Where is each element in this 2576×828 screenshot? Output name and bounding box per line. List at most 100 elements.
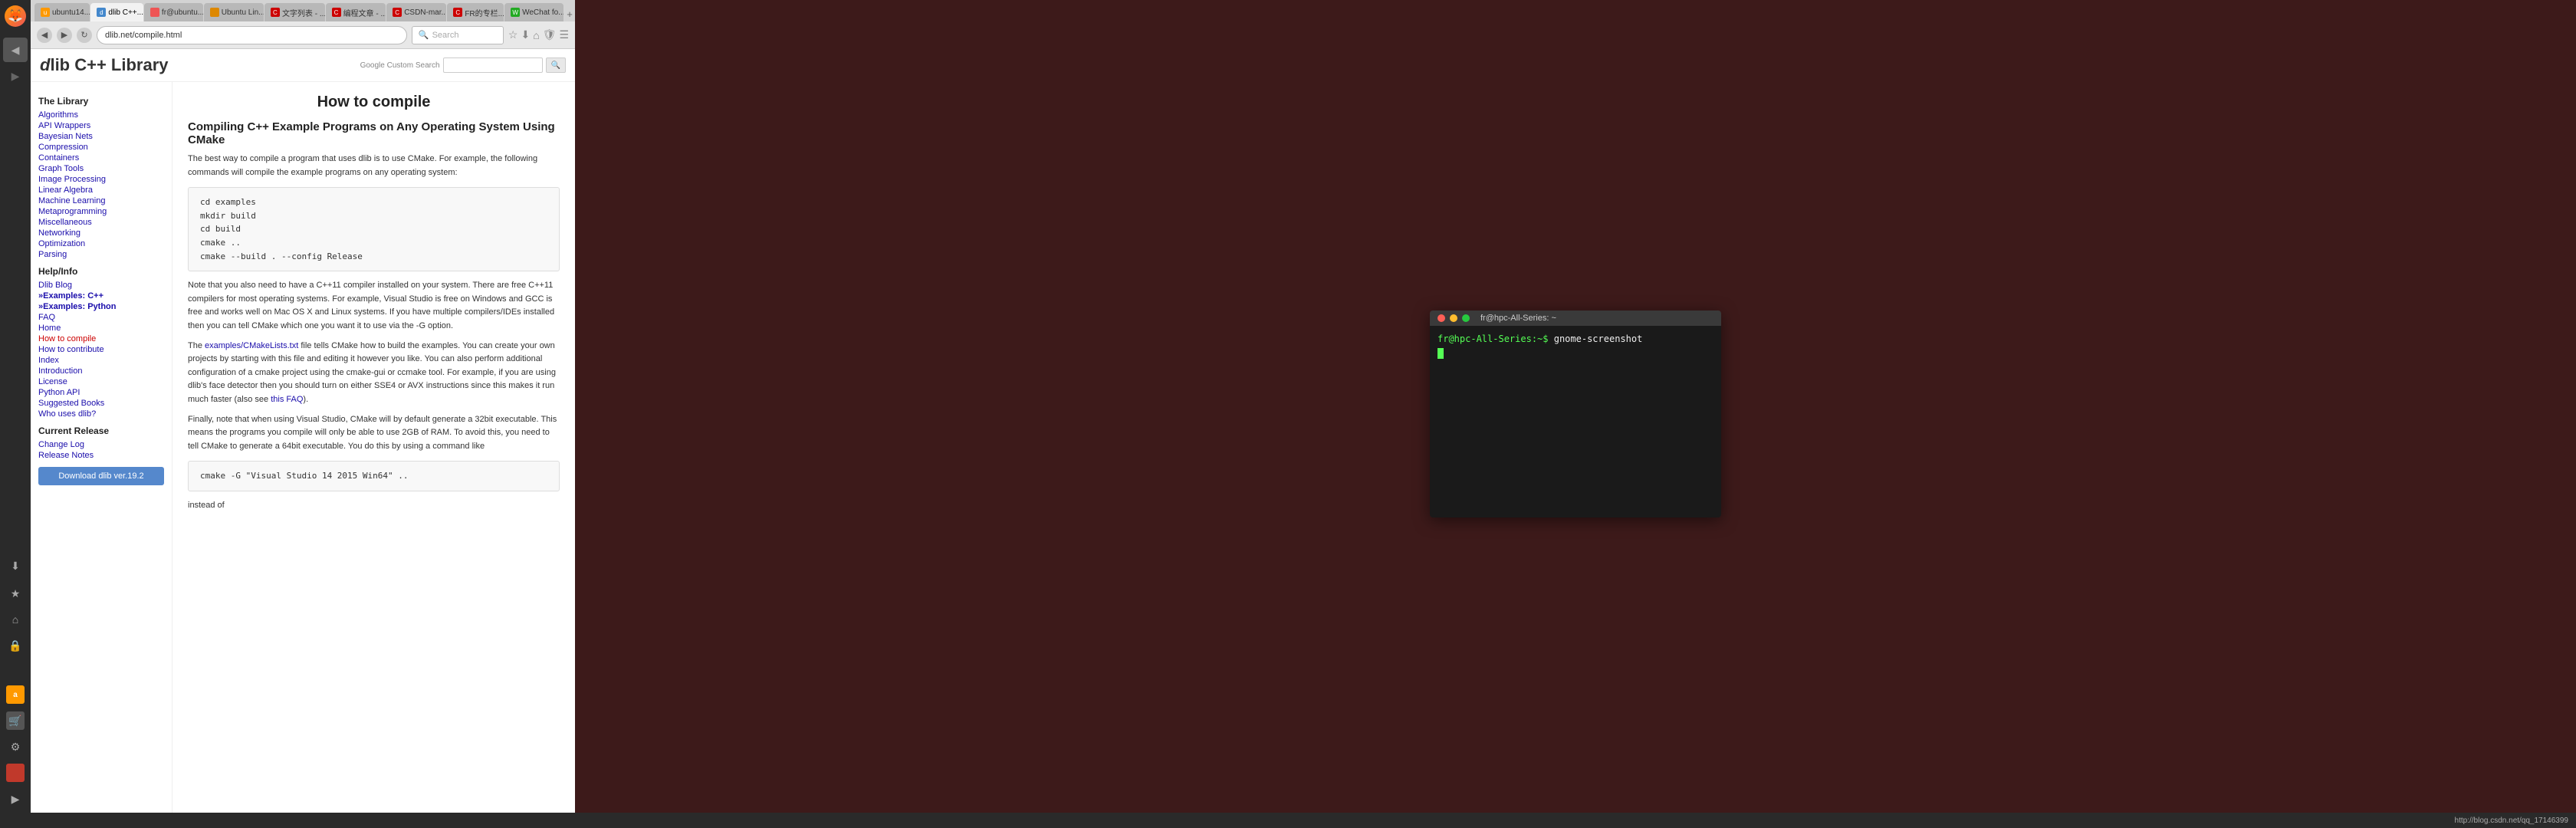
link-how-contribute[interactable]: How to contribute [38,344,164,355]
cursor [1438,348,1444,359]
dlib-main: How to compile Compiling C++ Example Pro… [172,82,575,828]
tab-3[interactable]: fr@ubuntu... [144,3,203,21]
minimize-dot[interactable] [1450,314,1457,322]
download-button[interactable]: Download dlib ver.19.2 [38,467,164,485]
terminal-body[interactable]: fr@hpc-All-Series:~$ gnome-screenshot [1430,326,1721,518]
link-optimization[interactable]: Optimization [38,238,164,249]
firefox-icon[interactable]: 🦊 [3,4,28,28]
link-suggested-books[interactable]: Suggested Books [38,398,164,409]
terminal-cursor-line [1438,347,1714,359]
link-miscellaneous[interactable]: Miscellaneous [38,217,164,228]
tab-bar: u ubuntu14... d dlib C++... fr@ubuntu...… [31,0,575,21]
tab-2[interactable]: d dlib C++... [90,3,143,21]
nav-search-box[interactable]: 🔍 Search [412,26,504,44]
link-examples-python[interactable]: »Examples: Python [38,301,164,312]
shield-icon[interactable]: 🛡 [543,28,557,41]
link-examples-cpp[interactable]: »Examples: C++ [38,291,164,301]
icon-amazon2[interactable]: 🛒 [3,708,28,733]
terminal-titlebar: fr@hpc-All-Series: ~ [1430,310,1721,326]
nav-back[interactable]: ◀ [3,38,28,62]
instead-of-text: instead of [188,499,560,513]
link-index[interactable]: Index [38,355,164,366]
browser-window: u ubuntu14... d dlib C++... fr@ubuntu...… [31,0,575,828]
link-bayesian-nets[interactable]: Bayesian Nets [38,131,164,142]
link-linear-algebra[interactable]: Linear Algebra [38,185,164,196]
tab-7[interactable]: C CSDN-mar... [386,3,446,21]
menu-icon[interactable]: ☰ [559,28,569,41]
url-bar[interactable]: dlib.net/compile.html [97,26,407,44]
dlib-body: The Library Algorithms API Wrappers Baye… [31,82,575,828]
link-license[interactable]: License [38,376,164,387]
reload-button[interactable]: ↻ [77,28,92,43]
new-tab-btn[interactable]: + [564,6,575,21]
dlib-header: dlib C++ Library Google Custom Search 🔍 [31,49,575,82]
icon-amazon[interactable]: a [3,682,28,707]
tab-1[interactable]: u ubuntu14... [34,3,90,21]
tab-5[interactable]: C 文字列表 - ... [264,3,325,21]
tab-8[interactable]: C FR的专栏... [447,3,504,21]
terminal-window: fr@hpc-All-Series: ~ fr@hpc-All-Series:~… [1430,310,1721,518]
link-containers[interactable]: Containers [38,153,164,163]
note2-text: Finally, note that when using Visual Stu… [188,413,560,454]
link-networking[interactable]: Networking [38,228,164,238]
status-url: http://blog.csdn.net/qq_17146399 [2455,816,2568,825]
icon-lock[interactable]: 🔒 [3,633,28,658]
tab-9[interactable]: W WeChat fo... [504,3,564,21]
link-parsing[interactable]: Parsing [38,249,164,260]
tab-4[interactable]: Ubuntu Lin... [204,3,264,21]
intro-text: The best way to compile a program that u… [188,153,560,179]
status-bar: http://blog.csdn.net/qq_17146399 [0,813,2576,828]
google-search-input[interactable] [443,58,543,73]
code-block-2: cmake -G "Visual Studio 14 2015 Win64" .… [188,461,560,491]
page-subtitle: Compiling C++ Example Programs on Any Op… [188,120,560,146]
icon-media[interactable]: ▶ [3,787,28,811]
tab-6[interactable]: C 编程文章 - ... [326,3,386,21]
back-button[interactable]: ◀ [37,28,52,43]
link-release-notes[interactable]: Release Notes [38,450,164,461]
code-block-1: cd examples mkdir build cd build cmake .… [188,187,560,271]
browser-content: dlib C++ Library Google Custom Search 🔍 … [31,49,575,828]
icon-home[interactable]: ⌂ [3,607,28,632]
link-how-compile[interactable]: How to compile [38,334,164,344]
cmake-lists-link[interactable]: examples/CMakeLists.txt [205,341,298,350]
bookmark-icon[interactable]: ☆ [508,28,518,41]
icon-bookmarks[interactable]: ★ [3,581,28,606]
link-dlib-blog[interactable]: Dlib Blog [38,280,164,291]
icon-downloads[interactable]: ⬇ [3,554,28,578]
page-title: How to compile [188,94,560,111]
link-introduction[interactable]: Introduction [38,366,164,376]
google-search-box: Google Custom Search 🔍 [360,58,566,73]
faq-link[interactable]: this FAQ [271,395,303,404]
terminal-area: fr@hpc-All-Series: ~ fr@hpc-All-Series:~… [575,0,2576,828]
firefox-sidebar: 🦊 ◀ ▶ ⬇ ★ ⌂ 🔒 a 🛒 ⚙ ▶ [0,0,31,828]
close-dot[interactable] [1438,314,1445,322]
forward-button[interactable]: ▶ [57,28,72,43]
link-machine-learning[interactable]: Machine Learning [38,196,164,206]
link-change-log[interactable]: Change Log [38,439,164,450]
link-compression[interactable]: Compression [38,142,164,153]
icon-red[interactable] [3,761,28,785]
link-algorithms[interactable]: Algorithms [38,110,164,120]
google-search-btn[interactable]: 🔍 [546,58,566,73]
download-icon[interactable]: ⬇ [521,28,530,41]
link-who-uses[interactable]: Who uses dlib? [38,409,164,419]
link-python-api[interactable]: Python API [38,387,164,398]
link-api-wrappers[interactable]: API Wrappers [38,120,164,131]
link-graph-tools[interactable]: Graph Tools [38,163,164,174]
release-title: Current Release [38,426,164,436]
terminal-title: fr@hpc-All-Series: ~ [1480,314,1556,323]
maximize-dot[interactable] [1462,314,1470,322]
dlib-sidebar: The Library Algorithms API Wrappers Baye… [31,82,172,828]
note-text: Note that you also need to have a C++11 … [188,279,560,333]
link-home[interactable]: Home [38,323,164,334]
home-nav-icon[interactable]: ⌂ [533,29,539,41]
icon-settings[interactable]: ⚙ [3,734,28,759]
help-title: Help/Info [38,266,164,277]
cmake-text: The examples/CMakeLists.txt file tells C… [188,340,560,407]
nav-forward[interactable]: ▶ [3,64,28,88]
link-faq[interactable]: FAQ [38,312,164,323]
google-label: Google Custom Search [360,61,440,70]
link-image-processing[interactable]: Image Processing [38,174,164,185]
link-metaprogramming[interactable]: Metaprogramming [38,206,164,217]
library-title: The Library [38,96,164,107]
